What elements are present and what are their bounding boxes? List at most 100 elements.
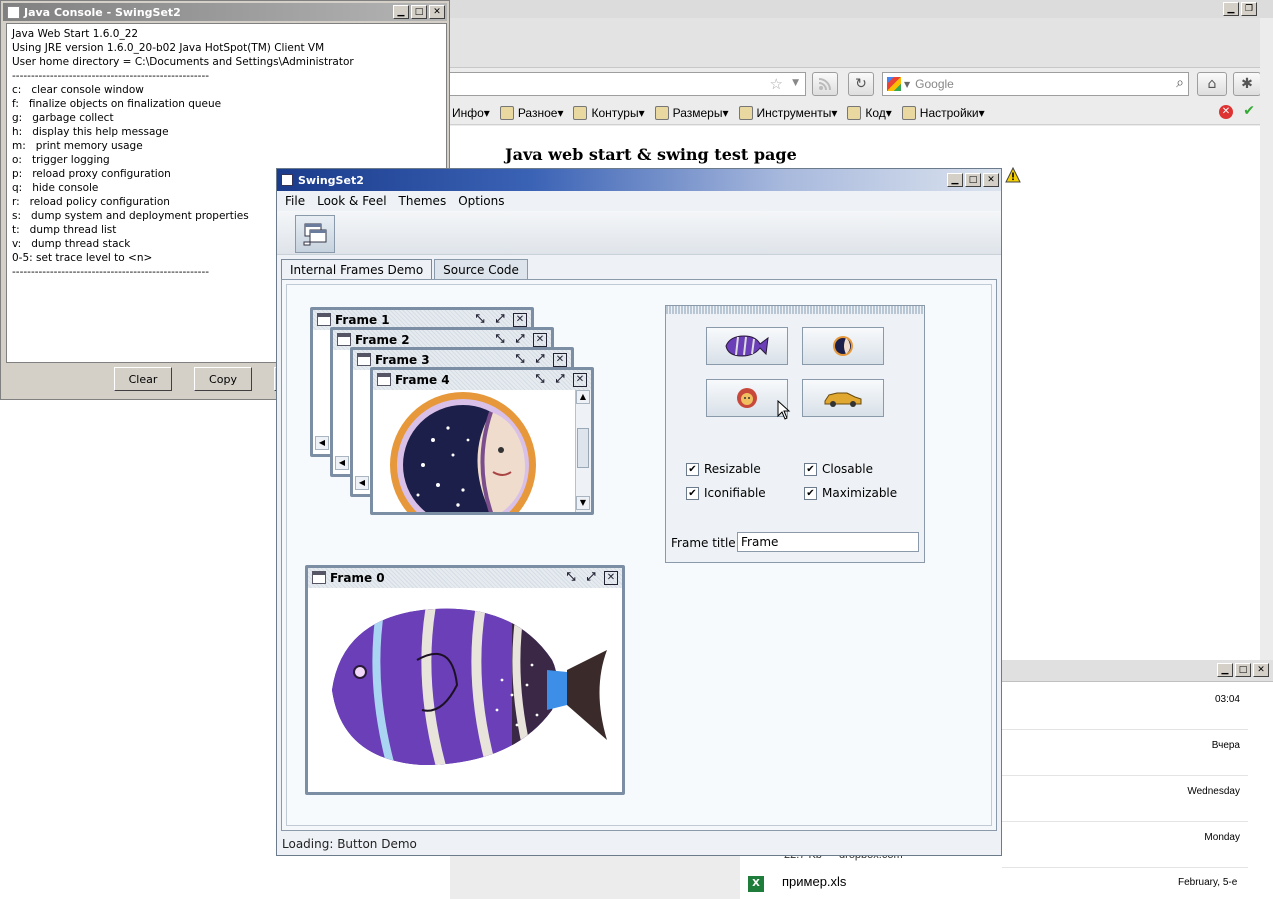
internal-frame-0[interactable]: Frame 0 ⤡ ⤢ ✕	[305, 565, 625, 795]
url-bar[interactable]: ☆ ▼	[450, 72, 806, 96]
close-icon[interactable]: ✕	[553, 353, 567, 367]
frame-title: Frame 2	[355, 333, 410, 347]
clear-button[interactable]: Clear	[114, 367, 172, 391]
home-icon[interactable]: ⌂	[1197, 72, 1227, 96]
desktop-pane: Frame 1 ⤡ ⤢ ✕ ◀ Frame 2 ⤡ ⤢ ✕ ◀ Frame 3 ⤡ ⤢ ✕ …	[286, 284, 992, 826]
iconify-icon[interactable]: ⤡	[493, 333, 507, 347]
iconify-icon[interactable]: ⤡	[564, 571, 578, 585]
minimize-icon[interactable]: ▁	[1223, 2, 1239, 16]
scroll-thumb[interactable]	[577, 428, 589, 468]
minimize-icon[interactable]: ▁	[947, 173, 963, 187]
search-input[interactable]: ▼ Google ⌕	[882, 72, 1189, 96]
iconify-icon[interactable]: ⤡	[533, 373, 547, 387]
moon-icon	[833, 336, 853, 356]
frame-title: Frame 3	[375, 353, 430, 367]
frame-control-panel: ✔ Resizable ✔ Closable ✔ Iconifiable ✔ Maxim…	[665, 305, 925, 563]
checkbox-label: Maximizable	[822, 486, 898, 500]
search-icon[interactable]: ⌕	[1176, 75, 1184, 91]
scroll-left-icon[interactable]: ◀	[355, 476, 369, 490]
bookmark-item[interactable]: Разное▾	[499, 105, 563, 120]
menu-look-and-feel[interactable]: Look & Feel	[317, 194, 386, 208]
console-line: Using JRE version 1.6.0_20-b02 Java HotS…	[12, 42, 325, 54]
internal-frame-demo-button[interactable]	[295, 215, 335, 253]
resizable-checkbox[interactable]: ✔ Resizable	[686, 462, 761, 476]
minimize-icon[interactable]: ▁	[393, 5, 409, 19]
item-date: Вчера	[1211, 740, 1240, 751]
maximize-icon[interactable]: □	[965, 173, 981, 187]
closable-checkbox[interactable]: ✔ Closable	[804, 462, 873, 476]
close-icon[interactable]: ✕	[513, 313, 527, 327]
close-icon[interactable]: ✕	[573, 373, 587, 387]
maximizable-checkbox[interactable]: ✔ Maximizable	[804, 486, 897, 500]
error-icon[interactable]: ✕	[1219, 105, 1233, 119]
star-icon[interactable]: ☆	[770, 75, 783, 93]
extension-icon[interactable]: ✱	[1233, 72, 1261, 96]
iconify-icon[interactable]: ⤡	[473, 313, 487, 327]
minimize-icon[interactable]: ▁	[1217, 663, 1233, 677]
file-name[interactable]: пример.xls	[782, 874, 846, 889]
menu-options[interactable]: Options	[458, 194, 504, 208]
browser-tab-strip	[450, 18, 1273, 68]
checkbox-label: Iconifiable	[704, 486, 766, 500]
bookmark-item[interactable]: Размеры▾	[654, 105, 729, 120]
menu-file[interactable]: File	[285, 194, 305, 208]
close-icon[interactable]: ✕	[533, 333, 547, 347]
list-item[interactable]: Wednesday	[1000, 776, 1248, 822]
create-sun-frame-button[interactable]	[706, 379, 788, 417]
copy-button[interactable]: Copy	[194, 367, 252, 391]
chevron-down-icon[interactable]: ▼	[792, 78, 799, 88]
maximize-icon[interactable]: □	[1235, 663, 1251, 677]
close-icon[interactable]: ✕	[429, 5, 445, 19]
fish-image	[332, 608, 607, 766]
frame-title-input[interactable]: Frame	[737, 532, 919, 552]
list-item[interactable]: Monday	[1000, 822, 1248, 868]
swingset-title-bar: SwingSet2 ▁ □ ✕	[277, 169, 1001, 191]
maximize-icon[interactable]: ⤢	[553, 373, 567, 387]
chevron-down-icon[interactable]: ▼	[904, 80, 910, 89]
scroll-left-icon[interactable]: ◀	[315, 436, 329, 450]
bookmark-item[interactable]: Код▾	[847, 105, 892, 120]
internal-frame-4[interactable]: Frame 4 ⤡ ⤢ ✕ ▲ ▼	[370, 367, 594, 515]
bookmark-item[interactable]: Настройки▾	[901, 105, 985, 120]
iconifiable-checkbox[interactable]: ✔ Iconifiable	[686, 486, 766, 500]
close-icon[interactable]: ✕	[1253, 663, 1269, 677]
scroll-up-icon[interactable]: ▲	[576, 390, 590, 404]
create-car-frame-button[interactable]	[802, 379, 884, 417]
create-moon-frame-button[interactable]	[802, 327, 884, 365]
list-item[interactable]: 03:04	[1000, 684, 1248, 730]
create-fish-frame-button[interactable]	[706, 327, 788, 365]
tab-source-code[interactable]: Source Code	[434, 259, 528, 279]
restore-icon[interactable]: ❐	[1241, 2, 1257, 16]
bookmark-item[interactable]: Инфо▾	[452, 106, 490, 120]
panel-grip[interactable]	[666, 306, 924, 314]
bookmark-item[interactable]: Инструменты▾	[738, 105, 837, 120]
checkbox-check-icon: ✔	[686, 462, 699, 476]
checkbox-check-icon: ✔	[686, 486, 699, 500]
iconify-icon[interactable]: ⤡	[513, 353, 527, 367]
maximize-icon[interactable]: ⤢	[533, 353, 547, 367]
item-date: February, 5-e	[1178, 877, 1238, 888]
item-date: 03:04	[1214, 694, 1240, 705]
frame-scrollbar[interactable]: ▲ ▼	[575, 390, 591, 512]
checkbox-check-icon: ✔	[804, 462, 817, 476]
scroll-left-icon[interactable]: ◀	[335, 456, 349, 470]
menu-themes[interactable]: Themes	[399, 194, 447, 208]
scroll-down-icon[interactable]: ▼	[576, 496, 590, 510]
maximize-icon[interactable]: ⤢	[493, 313, 507, 327]
rss-icon[interactable]	[812, 72, 838, 96]
bookmark-item[interactable]: Контуры▾	[573, 105, 645, 120]
close-icon[interactable]: ✕	[983, 173, 999, 187]
item-date: Monday	[1204, 832, 1240, 843]
reload-icon[interactable]: ↻	[848, 72, 874, 96]
browser-title-bar: ▁ ❐	[450, 0, 1273, 18]
window-icon	[337, 333, 351, 346]
maximize-icon[interactable]: ⤢	[513, 333, 527, 347]
demo-tabs: Internal Frames Demo Source Code	[281, 259, 530, 279]
maximize-icon[interactable]: ⤢	[584, 571, 598, 585]
close-icon[interactable]: ✕	[604, 571, 618, 585]
tab-internal-frames-demo[interactable]: Internal Frames Demo	[281, 259, 433, 279]
maximize-icon[interactable]: □	[411, 5, 427, 19]
check-icon[interactable]: ✔	[1243, 103, 1255, 119]
list-item[interactable]: Вчера	[1000, 730, 1248, 776]
tools-icon	[738, 105, 753, 120]
